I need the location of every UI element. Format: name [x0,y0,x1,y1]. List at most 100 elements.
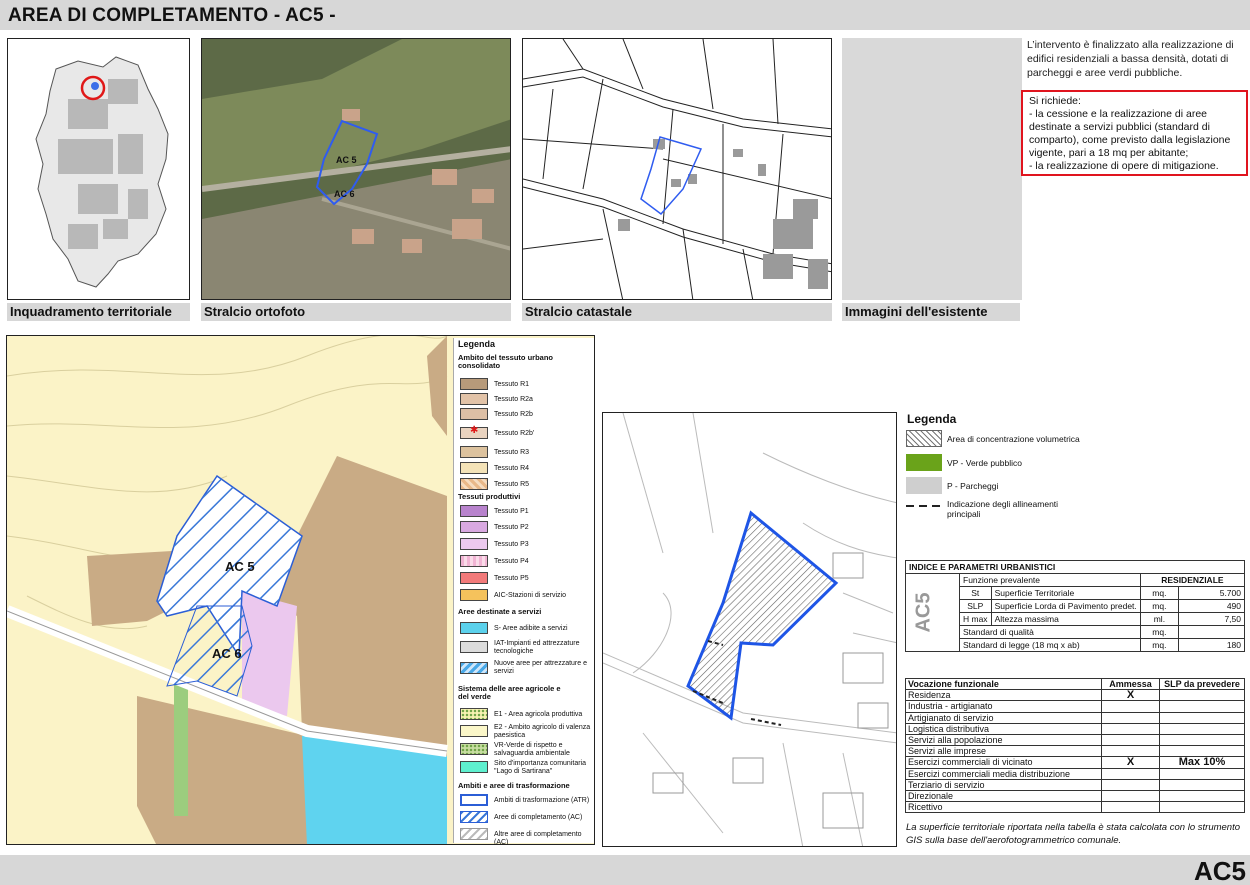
vocazione-slp [1159,789,1245,803]
legend-r2a: Tessuto R2a [494,396,533,403]
legend-aic: AIC-Stazioni di servizio [494,592,566,599]
indices-title: INDICE E PARAMETRI URBANISTICI [905,560,1245,574]
footer-code: AC5 [1193,856,1246,885]
page-title: AREA DI COMPLETAMENTO - AC5 - [8,5,336,26]
plan-legend-concentrazione: Area di concentrazione volumetrica [947,434,1080,444]
vocazione-ammessa [1101,733,1160,747]
legend-e2: E2 - Ambito agricolo di valenza paesisti… [494,724,591,739]
vocazione-ammessa [1101,778,1160,791]
vocazione-slp [1159,801,1245,814]
row-unit: mq. [1139,586,1179,600]
row-value [1177,625,1246,639]
vocazione-ammessa [1101,722,1160,735]
vocazione-slp [1159,689,1245,702]
territorial-map [7,38,190,300]
row-unit: mq. [1139,599,1179,613]
caption-territorial: Inquadramento territoriale [7,303,190,321]
vocazione-col-ammessa: Ammessa [1101,677,1160,691]
row-abbr: H max [959,612,992,626]
legend-ac: Aree di completamento (AC) [494,814,583,821]
legend-r5: Tessuto R5 [494,481,530,488]
legend-p1: Tessuto P1 [494,508,529,515]
vocazione-ammessa: X [1101,756,1160,769]
row-unit: mq. [1139,638,1179,652]
row-value: 490 [1177,599,1246,613]
catastale-map [522,38,832,300]
legend-p5: Tessuto P5 [494,575,529,582]
row-label: Standard di legge (18 mq x ab) [959,638,1141,652]
vocazione-row: Residenza [905,689,1102,702]
indices-table: INDICE E PARAMETRI URBANISTICI AC5 Funzi… [905,560,1246,652]
vocazione-row: Artigianato di servizio [905,711,1102,724]
vocazione-ammessa: X [1101,689,1160,702]
requirement-2: - la realizzazione di opere di mitigazio… [1029,160,1219,172]
legend-s: S- Aree adibite a servizi [494,625,568,632]
zoning-legend-title: Legenda [458,339,496,349]
legend-heading-agricole: Sistema delle aree agricole e del verde [458,684,561,701]
vocazione-slp: Max 10% [1159,756,1245,769]
description-intro: L’intervento è finalizzato alla realizza… [1027,39,1234,79]
zoning-label-ac5: AC 5 [225,559,255,574]
vocazione-slp [1159,722,1245,735]
vocazione-slp [1159,767,1245,780]
requirement-1: - la cessione e la realizzazione di aree… [1029,108,1231,159]
legend-e1: E1 - Area agricola produttiva [494,711,583,718]
vocazione-ammessa [1101,767,1160,780]
requirements-box: Si richiede: - la cessione e la realizza… [1021,90,1248,176]
vocazione-table: Vocazione funzionale Ammessa SLP da prev… [905,677,1245,814]
gis-note: La superficie territoriale riportata nel… [906,822,1240,846]
legend-p3: Tessuto P3 [494,541,529,548]
row-label: Superficie Territoriale [990,586,1141,600]
vocazione-slp [1159,778,1245,791]
row-abbr: St [959,586,992,600]
zoning-label-ac6: AC 6 [212,646,242,661]
plan-legend-allineamenti: Indicazione degli allineamenti principal… [947,499,1059,519]
vocazione-row: Servizi alla popolazione [905,733,1102,747]
legend-heading-tessuto: Ambito del tessuto urbano consolidato [458,353,554,370]
row-unit: ml. [1139,612,1179,626]
vocazione-slp [1159,711,1245,724]
row-label: Altezza massima [990,612,1141,626]
legend-r4: Tessuto R4 [494,465,530,472]
plan-legend-parcheggi: P - Parcheggi [947,481,999,491]
function-label: Funzione prevalente [959,573,1141,587]
zoning-map: AC 5 AC 6 Legenda Ambito del tessuto urb… [6,335,595,845]
vocazione-slp [1159,700,1245,713]
row-label: Superficie Lorda di Pavimento predet. [990,599,1141,613]
vocazione-ammessa [1101,711,1160,724]
row-value: 5.700 [1177,586,1246,600]
vocazione-slp [1159,733,1245,747]
footer-bar: AC5 [0,855,1250,885]
vocazione-ammessa [1101,789,1160,803]
plan-legend-title: Legenda [907,412,957,426]
vocazione-row: Ricettivo [905,801,1102,814]
function-value: RESIDENZIALE [1139,573,1246,587]
plan-legend: Legenda Area di concentrazione volumetri… [905,410,1245,530]
plan-legend-verde: VP - Verde pubblico [947,458,1022,468]
vocazione-col-slp: SLP da prevedere [1159,677,1245,691]
legend-heading-trasformazione: Ambiti e aree di trasformazione [458,781,570,790]
caption-ortofoto: Stralcio ortofoto [201,303,511,321]
ortofoto-label-ac6: AC 6 [334,189,355,199]
caption-catastale: Stralcio catastale [522,303,832,321]
vocazione-ammessa [1101,745,1160,758]
row-unit: mq. [1139,625,1179,639]
legend-r2b: Tessuto R2b [494,411,533,418]
caption-existing: Immagini dell'esistente [842,303,1020,321]
existing-images-placeholder [842,38,1022,300]
title-bar: AREA DI COMPLETAMENTO - AC5 - [0,0,1250,30]
row-value: 7,50 [1177,612,1246,626]
ortofoto-label-ac5: AC 5 [336,155,357,165]
vocazione-ammessa [1101,801,1160,814]
legend-heading-servizi: Aree destinate a servizi [458,607,542,616]
legend-r3: Tessuto R3 [494,449,530,456]
legend-p2: Tessuto P2 [494,524,529,531]
row-value: 180 [1177,638,1246,652]
legend-iat: IAT-Impianti ed attrezzature tecnologich… [494,640,580,655]
legend-heading-produttivi: Tessuti produttivi [458,492,521,501]
requirements-title: Si richiede: [1029,95,1081,107]
vocazione-row: Esercizi commerciali media distribuzione [905,767,1102,780]
legend-sic: Sito d'importanza comunitaria "Lago di S… [494,760,586,775]
legend-atr: Ambiti di trasformazione (ATR) [494,797,590,804]
indices-code: AC5 [912,592,935,633]
